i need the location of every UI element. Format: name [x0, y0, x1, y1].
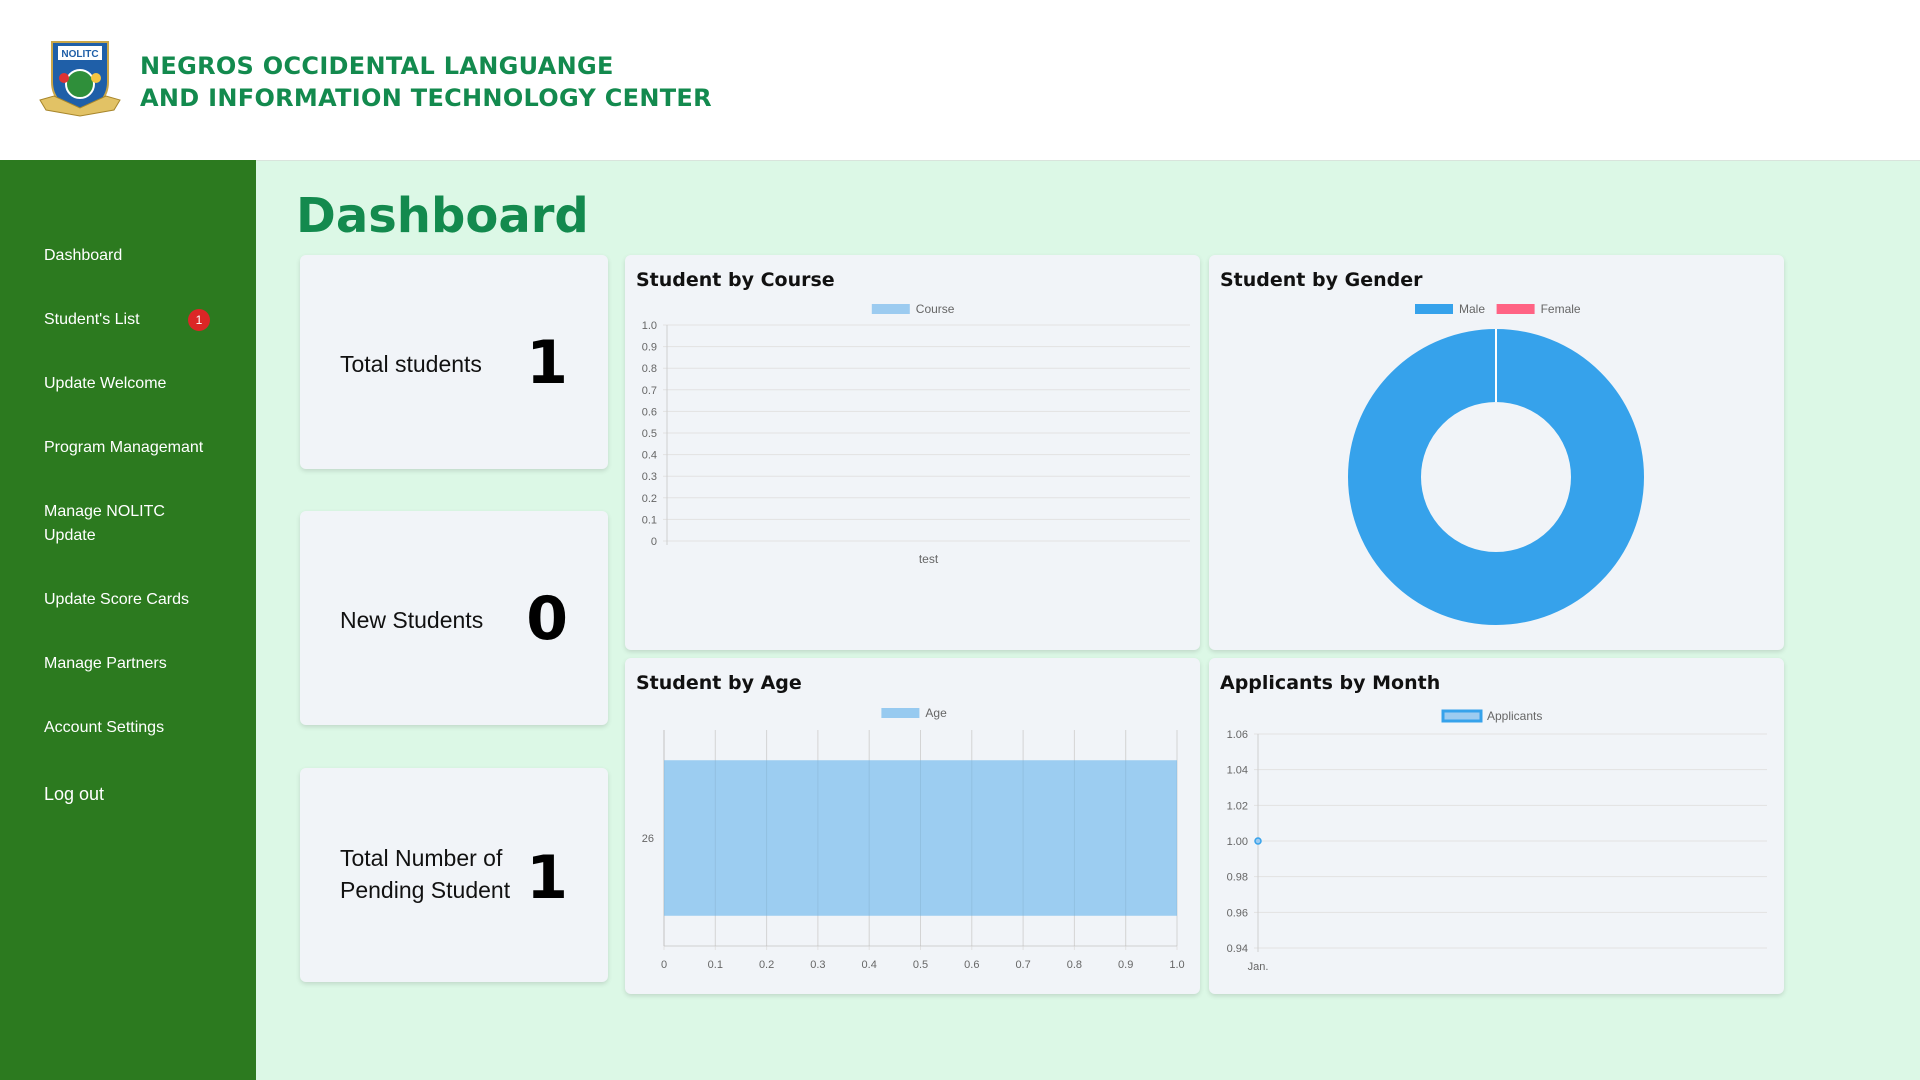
y-tick-label: 0.98	[1227, 872, 1248, 884]
legend-swatch	[871, 304, 910, 314]
sidebar-item-manage-nolitc-update[interactable]: Manage NOLITC Update	[44, 500, 194, 548]
sidebar: Dashboard Student's List 1 Update Welcom…	[0, 160, 256, 1080]
x-tick-label: 0.9	[1118, 959, 1133, 971]
y-tick-label: 0	[651, 536, 657, 548]
chart-card-applicants-by-month: Applicants by Month Applicants 1.06 1.04 1.…	[1209, 658, 1784, 994]
x-tick-label: 0.3	[810, 959, 825, 971]
y-tick-label: 0.96	[1227, 907, 1248, 919]
legend-label: Age	[925, 706, 947, 720]
y-tick-label: 0.4	[642, 450, 657, 462]
nolitc-logo: NOLITC	[39, 41, 121, 117]
notification-badge: 1	[188, 309, 210, 331]
legend-label: Female	[1541, 302, 1581, 316]
x-tick-label: 0.2	[759, 959, 774, 971]
y-tick-label: 0.1	[642, 514, 657, 526]
stat-label: New Students	[340, 607, 484, 633]
org-name-line2: AND INFORMATION TECHNOLOGY CENTER	[140, 84, 712, 112]
y-tick-label: 0.7	[642, 385, 657, 397]
page-title: Dashboard	[296, 188, 589, 244]
course-bar-chart: Course 1.0 0.9 0.8 0.7 0.6 0.5 0.4 0.3 0.2 0.1 0 tes…	[642, 302, 1190, 566]
x-tick-label: 0.8	[1067, 959, 1082, 971]
y-tick-label: 1.0	[642, 320, 657, 332]
sidebar-item-log-out[interactable]: Log out	[44, 782, 104, 806]
y-tick-label: 0.8	[642, 363, 657, 375]
x-tick-label: Jan.	[1248, 961, 1269, 973]
stat-card-pending-students: Total Number of Pending Student 1	[300, 768, 608, 982]
y-tick-label: 0.5	[642, 428, 657, 440]
org-name: NEGROS OCCIDENTAL LANGUANGE AND INFORMAT…	[140, 50, 712, 114]
stat-card-total-students: Total students 1	[300, 255, 608, 469]
x-tick-label: 0.7	[1015, 959, 1030, 971]
y-tick-label: 1.06	[1227, 729, 1248, 741]
x-tick-label: test	[919, 552, 939, 566]
stat-card-new-students: New Students 0	[300, 511, 608, 725]
stat-label: Total Number of Pending Student	[340, 845, 511, 903]
sidebar-item-dashboard[interactable]: Dashboard	[44, 244, 122, 268]
y-tick-label: 0.94	[1227, 943, 1248, 955]
applicants-line-chart: Applicants 1.06 1.04 1.02 1.00 0.98 0.96 0.94Ja…	[1227, 709, 1767, 973]
x-tick-label: 0.4	[862, 959, 877, 971]
legend-swatch	[1415, 304, 1453, 314]
legend-swatch	[1496, 304, 1535, 314]
y-tick-label: 1.04	[1227, 765, 1248, 777]
stat-value: 0	[526, 584, 568, 654]
chart-card-student-by-age: Student by Age Age 0 0.1 0.2 0.3 0.4 0.5 0.6 0.7…	[625, 658, 1200, 994]
x-tick-label: 0	[661, 959, 667, 971]
y-tick-label: 0.3	[642, 471, 657, 483]
sidebar-item-program-management[interactable]: Program Managemant	[44, 436, 203, 460]
logo-text: NOLITC	[61, 49, 98, 60]
chart-card-student-by-course: Student by Course Course 1.0 0.9 0.8 0.7 0.6 0…	[625, 255, 1200, 650]
data-point	[1254, 837, 1262, 845]
org-name-line1: NEGROS OCCIDENTAL LANGUANGE	[140, 52, 614, 80]
sidebar-item-account-settings[interactable]: Account Settings	[44, 716, 164, 740]
y-tick-label: 0.6	[642, 406, 657, 418]
stat-value: 1	[526, 843, 568, 913]
age-bar-chart: Age 0 0.1 0.2 0.3 0.4 0.5 0.6 0.7 0.8 0.9 1.0 26	[642, 706, 1185, 971]
x-tick-label: 0.6	[964, 959, 979, 971]
x-tick-label: 1.0	[1169, 959, 1184, 971]
legend-label: Course	[916, 302, 955, 316]
legend-label: Male	[1459, 302, 1485, 316]
legend-swatch	[1441, 709, 1483, 723]
sidebar-item-update-welcome[interactable]: Update Welcome	[44, 372, 166, 396]
x-tick-label: 0.1	[708, 959, 723, 971]
stat-value: 1	[526, 328, 568, 398]
sidebar-item-manage-partners[interactable]: Manage Partners	[44, 652, 167, 676]
stat-label: Total students	[340, 351, 482, 377]
legend-swatch	[881, 708, 920, 718]
legend-label: Applicants	[1487, 709, 1542, 723]
sidebar-item-update-score-cards[interactable]: Update Score Cards	[44, 588, 189, 612]
gender-doughnut-chart: Male Female	[1348, 302, 1644, 625]
y-tick-label: 1.02	[1227, 800, 1248, 812]
top-header: NOLITC NEGROS OCCIDENTAL LANGUANGE AND I…	[0, 0, 1920, 161]
y-tick-label: 0.2	[642, 493, 657, 505]
x-tick-label: 0.5	[913, 959, 928, 971]
y-tick-label: 1.00	[1227, 836, 1248, 848]
y-tick-label: 26	[642, 833, 654, 845]
chart-card-student-by-gender: Student by Gender Male Female	[1209, 255, 1784, 650]
sidebar-item-students-list[interactable]: Student's List	[44, 308, 140, 332]
y-tick-label: 0.9	[642, 342, 657, 354]
